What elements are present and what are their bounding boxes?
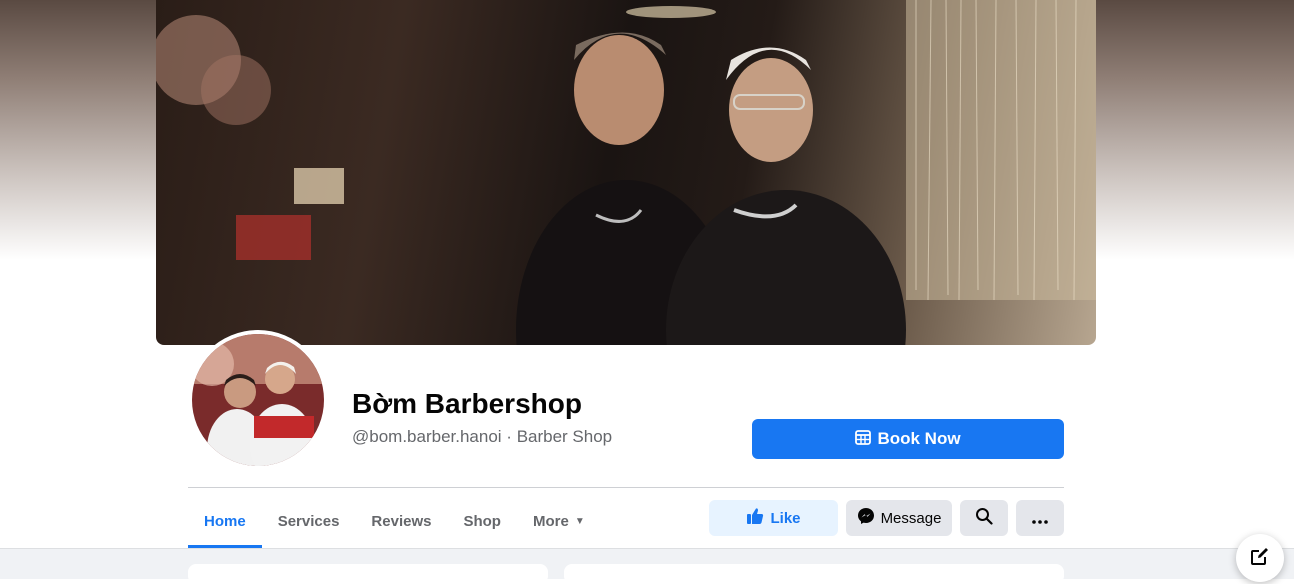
tab-more[interactable]: More ▼ [517,497,601,545]
tab-label: Services [277,512,340,530]
page-category[interactable]: Barber Shop [517,427,612,446]
search-button[interactable] [960,500,1008,536]
page-handle[interactable]: @bom.barber.hanoi [352,427,502,446]
compose-icon [1250,546,1270,571]
calendar-icon [855,429,872,450]
subtitle-separator: · [501,427,517,446]
tab-services[interactable]: Services [262,497,356,545]
message-button[interactable]: Message [846,500,952,536]
book-now-button[interactable]: Book Now [752,419,1064,459]
book-now-label: Book Now [877,429,961,448]
cover-photo[interactable] [156,0,1096,345]
cover-photo-illustration [156,0,1096,345]
header-divider [188,487,1064,488]
like-button[interactable]: Like [709,500,838,536]
profile-picture-illustration [192,334,324,466]
page-tabs: Home Services Reviews Shop More ▼ [188,497,601,548]
profile-picture[interactable] [192,334,324,466]
like-label: Like [770,509,801,527]
intro-card [188,564,548,584]
tab-label: Shop [463,512,501,530]
new-message-button[interactable] [1236,534,1284,582]
page-title: Bờm Barbershop [352,388,582,419]
caret-down-icon: ▼ [574,515,585,527]
posts-card [564,564,1064,584]
message-label: Message [880,509,942,527]
tab-shop[interactable]: Shop [447,497,517,545]
tab-label: More [532,512,569,530]
tab-label: Reviews [371,512,432,530]
search-icon [975,507,993,529]
tab-home[interactable]: Home [188,497,262,548]
tab-reviews[interactable]: Reviews [355,497,447,545]
tab-label: Home [204,512,246,530]
more-options-button[interactable] [1016,500,1064,536]
more-icon [1032,508,1048,529]
thumbs-up-icon [746,507,764,529]
messenger-icon [857,507,875,529]
page-subtitle: @bom.barber.hanoi · Barber Shop [352,427,612,447]
